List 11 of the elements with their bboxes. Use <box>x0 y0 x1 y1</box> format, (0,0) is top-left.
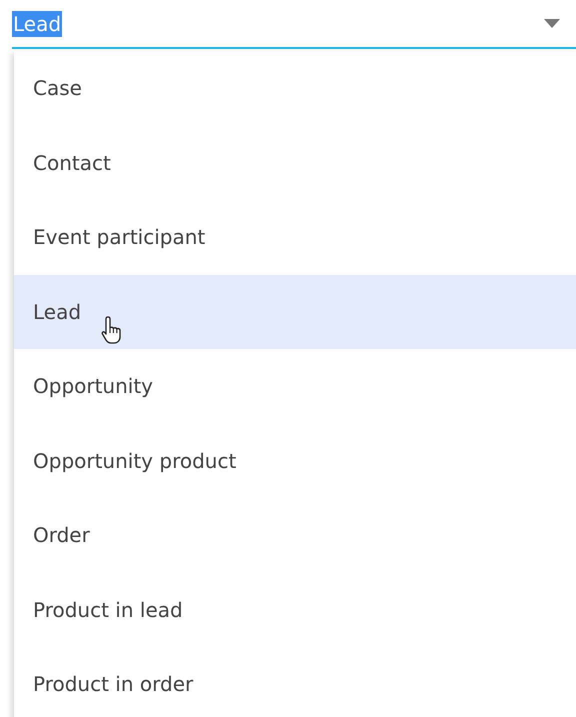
menu-option[interactable]: Contact <box>14 126 576 200</box>
menu-option[interactable]: Case <box>14 51 576 126</box>
field-value: Lead <box>12 10 62 36</box>
menu-option[interactable]: Product in lead <box>14 572 576 647</box>
menu-option[interactable]: Opportunity <box>14 349 576 424</box>
menu-option[interactable]: Opportunity product <box>14 424 576 498</box>
menu-option[interactable]: Product in order <box>14 647 576 717</box>
menu-option[interactable]: Event participant <box>14 200 576 274</box>
menu-option[interactable]: Order <box>14 498 576 572</box>
caret-icon[interactable] <box>544 19 560 28</box>
menu-option[interactable]: Lead <box>14 274 576 349</box>
